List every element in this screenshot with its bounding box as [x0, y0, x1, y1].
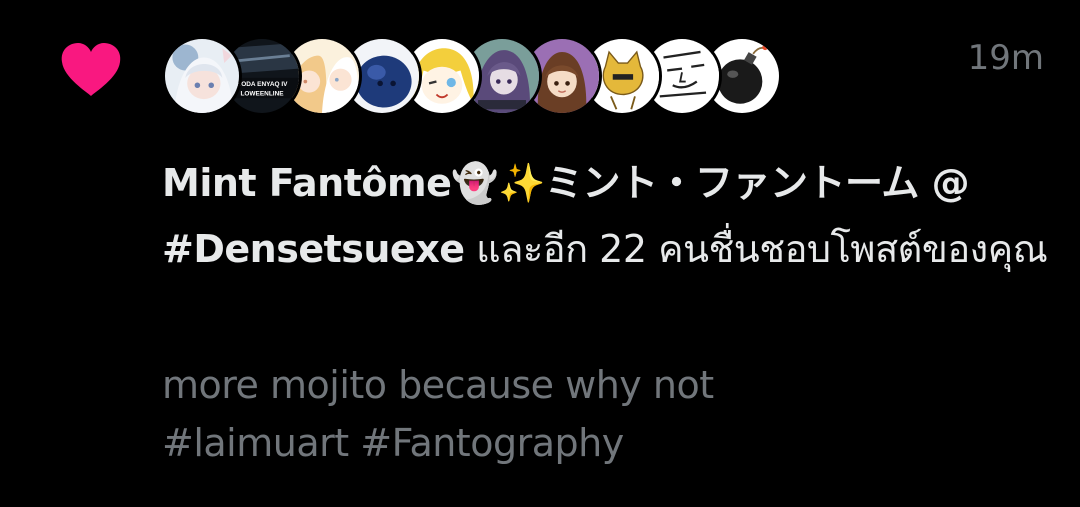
post-line-1: more mojito because why not [162, 363, 714, 407]
avatar-anime-girl-white-hair[interactable] [162, 36, 242, 116]
timestamp: 19m [967, 38, 1044, 78]
banner-line-2: LOWEENLINE [240, 90, 284, 97]
banner-line-1: KODA ENYAQ IV [237, 81, 289, 88]
post-preview[interactable]: more mojito because why not #laimuart #F… [162, 356, 1052, 472]
post-line-2-hashtags: #laimuart #Fantography [162, 421, 624, 465]
avatar-row: KODA ENYAQ IV LOWEENLINE [162, 36, 782, 120]
action-text: และอีก 22 คนชื่นชอบโพสต์ของคุณ [464, 227, 1048, 271]
like-notification[interactable]: 19m KODA ENYAQ IV LOWEENLINE Mint Fantôm… [0, 0, 1080, 507]
heart-shape [61, 43, 121, 96]
heart-icon [60, 42, 122, 98]
notification-headline: Mint Fantôme👻✨ミント・ファントーム @ #Densetsuexe … [162, 150, 1052, 282]
